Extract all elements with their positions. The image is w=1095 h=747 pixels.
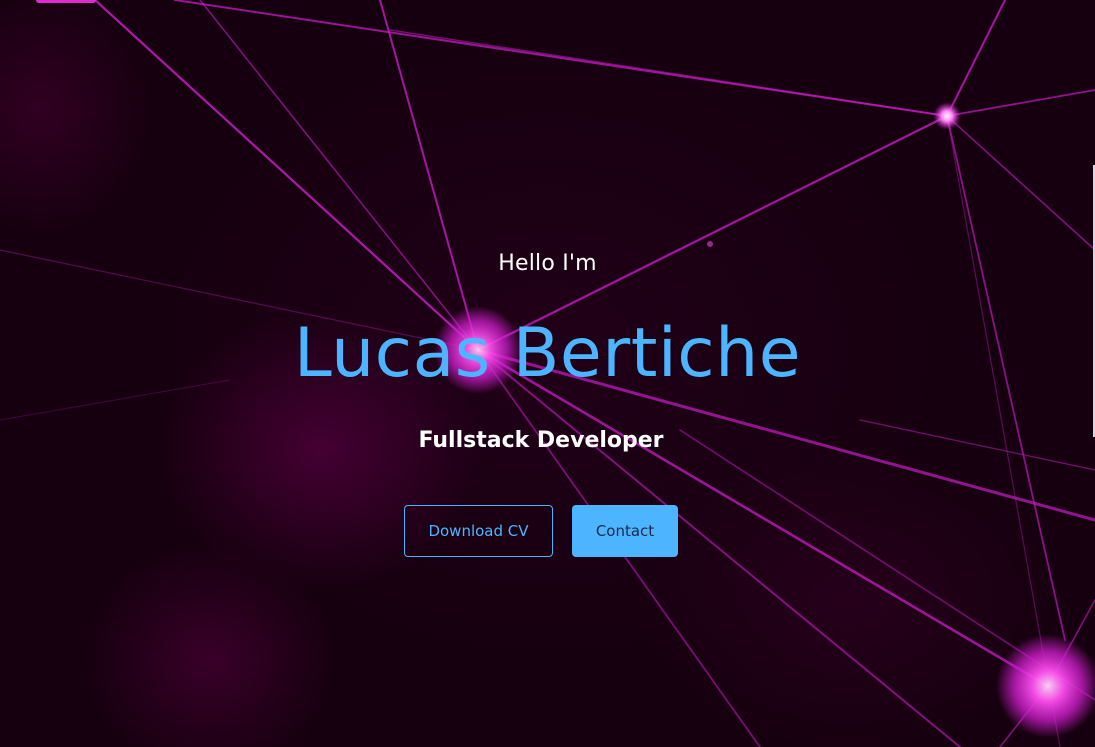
hero-section: Hello I'm Lucas Bertiche Fullstack Devel… <box>0 0 1095 747</box>
network-node <box>996 634 1095 738</box>
download-cv-button[interactable]: Download CV <box>404 505 553 557</box>
developer-role: Fullstack Developer <box>418 428 664 453</box>
network-node <box>933 102 961 130</box>
developer-name: Lucas Bertiche <box>293 314 802 393</box>
greeting-text: Hello I'm <box>498 251 597 276</box>
top-accent-bar <box>36 0 96 3</box>
contact-button[interactable]: Contact <box>572 505 678 557</box>
network-node <box>707 241 713 247</box>
